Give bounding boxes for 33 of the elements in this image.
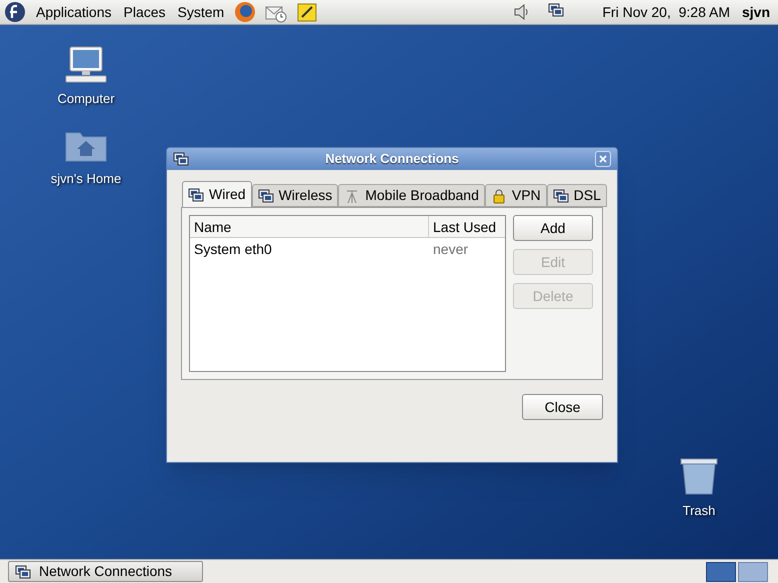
fedora-logo-icon[interactable] (4, 1, 26, 23)
icon-label[interactable]: Computer (57, 89, 115, 108)
network-computers-icon (15, 564, 31, 580)
table-cell[interactable]: never (429, 238, 505, 260)
window-title: Network Connections (324, 150, 460, 168)
network-computers-icon (258, 188, 274, 204)
menu-item[interactable]: Applications (30, 2, 118, 22)
close-icon (599, 155, 607, 163)
icon-label[interactable]: sjvn's Home (50, 169, 122, 188)
tab[interactable]: DSL (546, 184, 607, 207)
button[interactable]: Add (513, 215, 593, 241)
table-cell[interactable]: System eth0 (190, 238, 429, 260)
network-computers-icon (173, 151, 189, 167)
close-button[interactable] (595, 151, 611, 167)
tab[interactable]: VPN (484, 184, 547, 207)
taskbar-button[interactable]: Network Connections (8, 561, 203, 582)
column-header[interactable]: Last Used (429, 216, 505, 237)
workspace-button[interactable] (706, 562, 736, 582)
tab[interactable]: Wired (182, 181, 252, 207)
menu-item[interactable]: System (172, 2, 230, 22)
clock[interactable]: Fri Nov 20, 9:28 AM (602, 2, 730, 22)
notepad-icon[interactable] (296, 1, 318, 23)
column-header[interactable]: Name (190, 216, 429, 237)
network-computers-icon (552, 188, 569, 204)
tab[interactable]: Wireless (252, 184, 338, 207)
icon-label[interactable]: Trash (682, 501, 716, 520)
user-name[interactable]: sjvn (742, 2, 770, 22)
tab[interactable]: Mobile Broadband (338, 184, 485, 207)
menu-item[interactable]: Places (118, 2, 172, 22)
close-button[interactable]: Close (522, 394, 603, 420)
lock-icon (490, 188, 507, 204)
globe-icon[interactable] (234, 1, 256, 23)
network-computers-icon (188, 186, 204, 202)
